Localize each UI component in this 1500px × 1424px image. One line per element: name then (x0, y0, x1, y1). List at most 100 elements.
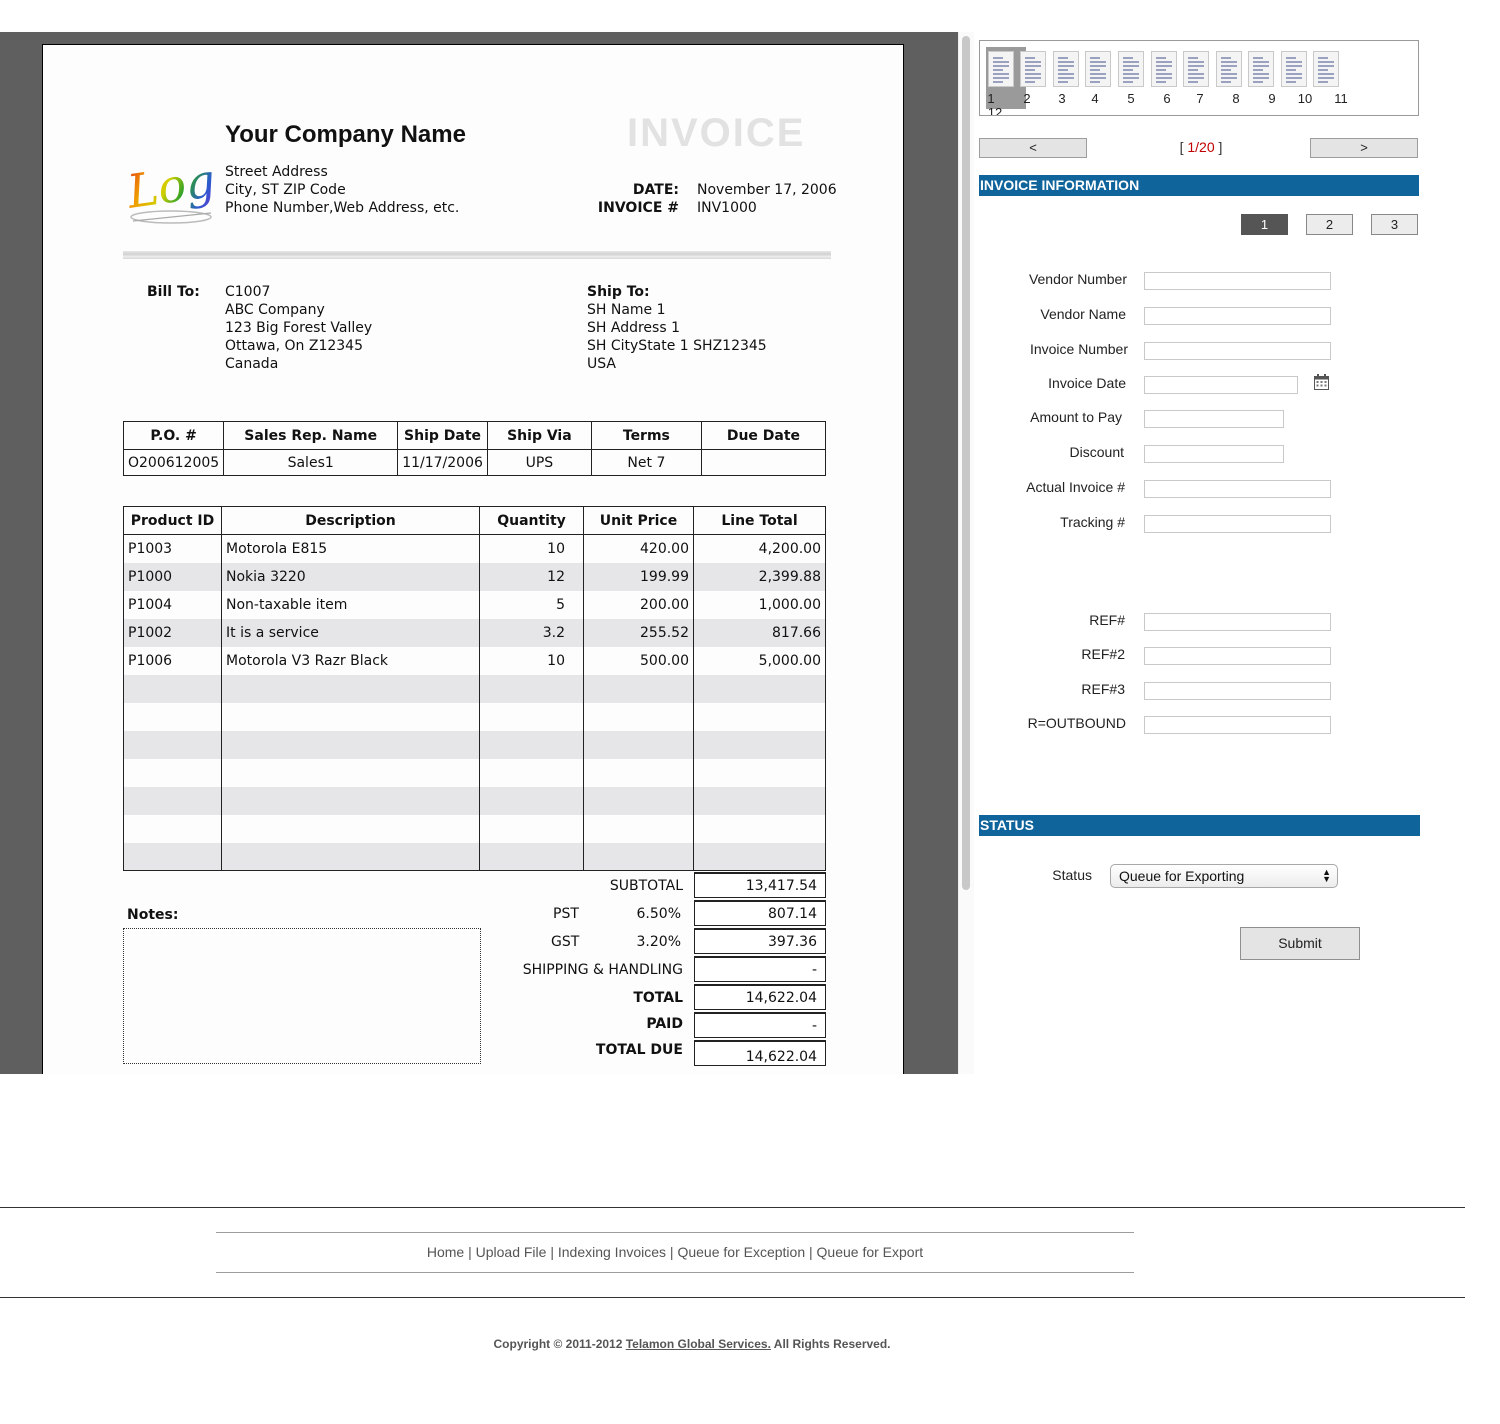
company-city: City, ST ZIP Code (225, 182, 346, 198)
amount-to-pay-label: Amount to Pay (1030, 409, 1122, 425)
thumbnail-page[interactable] (1281, 51, 1307, 87)
date-value: November 17, 2006 (697, 182, 837, 198)
description-cell (221, 730, 480, 759)
ref-field[interactable] (1144, 613, 1331, 631)
line-total-cell: 2,399.88 (693, 562, 826, 591)
thumbnail-page-number[interactable]: 3 (1047, 91, 1077, 106)
pst-value: 807.14 (694, 900, 826, 926)
bill-to-line: Ottawa, On Z12345 (225, 338, 363, 354)
tracking-field[interactable] (1144, 515, 1331, 533)
thumbnail-page-number[interactable]: 5 (1116, 91, 1146, 106)
paid-label: PAID (646, 1016, 683, 1032)
page-counter-close: ] (1214, 139, 1223, 155)
thumbnail-page-number[interactable]: 1 (980, 91, 1006, 106)
thumbnail-page[interactable] (1053, 51, 1079, 87)
footer-link[interactable]: Queue for Export (817, 1244, 924, 1260)
quantity-cell: 10 (479, 646, 584, 675)
unit-price-cell: 255.52 (583, 618, 694, 647)
ship-to-line: SH Address 1 (587, 320, 680, 336)
thumbnail-page[interactable] (1313, 51, 1339, 87)
previous-page-button[interactable]: < (979, 138, 1087, 158)
vendor-number-field[interactable] (1144, 272, 1331, 290)
status-select[interactable]: Queue for Exporting ▲ ▼ (1110, 864, 1338, 888)
sales-rep-header: Sales Rep. Name (223, 421, 399, 450)
thumbnail-page[interactable] (1183, 51, 1209, 87)
thumbnail-page[interactable] (1151, 51, 1177, 87)
description-cell: Motorola V3 Razr Black (221, 646, 480, 675)
product-id-cell (123, 758, 222, 787)
next-page-button[interactable]: > (1310, 138, 1418, 158)
company-link[interactable]: Telamon Global Services. (626, 1337, 771, 1351)
ref-3-label: REF#3 (1081, 681, 1125, 697)
thumbnail-page-number[interactable]: 2 (1012, 91, 1042, 106)
r-outbound-field[interactable] (1144, 716, 1331, 734)
quantity-cell: 3.2 (479, 618, 584, 647)
submit-button[interactable]: Submit (1240, 927, 1360, 960)
discount-field[interactable] (1144, 445, 1284, 463)
po-cell: O200612005 (122, 449, 225, 476)
line-total-cell (693, 674, 826, 703)
vendor-name-field[interactable] (1144, 307, 1331, 325)
description-cell (221, 814, 480, 843)
company-street: Street Address (225, 164, 328, 180)
total-label: TOTAL (633, 990, 683, 1006)
quantity-cell (479, 786, 584, 815)
unit-price-cell: 500.00 (583, 646, 694, 675)
actual-invoice-field[interactable] (1144, 480, 1331, 498)
thumbnail-page[interactable] (1216, 51, 1242, 87)
tab-3[interactable]: 3 (1371, 214, 1418, 235)
thumbnail-page-number[interactable]: 12 (980, 105, 1010, 115)
thumbnail-page-number[interactable]: 8 (1221, 91, 1251, 106)
gst-label: GST (551, 934, 580, 950)
thumbnail-page-number[interactable]: 9 (1257, 91, 1287, 106)
thumbnail-page-number[interactable]: 10 (1290, 91, 1320, 106)
thumbnail-page[interactable] (1085, 51, 1111, 87)
po-header: P.O. # (122, 421, 225, 450)
product-id-header: Product ID (123, 506, 222, 535)
thumbnail-page[interactable] (1118, 51, 1144, 87)
footer-nav-separator: | (546, 1244, 558, 1260)
invoice-date-field[interactable] (1144, 376, 1298, 394)
footer-top-rule (0, 1207, 1465, 1208)
thumbnail-page-number[interactable]: 7 (1185, 91, 1215, 106)
thumbnail-strip[interactable]: 1 2 3 4 5 6 7 8 9 10 11 12 (979, 40, 1419, 116)
amount-to-pay-field[interactable] (1144, 410, 1284, 428)
tab-2[interactable]: 2 (1306, 214, 1353, 235)
tab-1[interactable]: 1 (1241, 214, 1288, 235)
description-cell: It is a service (221, 618, 480, 647)
unit-price-cell (583, 730, 694, 759)
line-total-header: Line Total (693, 506, 826, 535)
terms-cell: Net 7 (590, 449, 702, 476)
footer-link[interactable]: Home (427, 1244, 464, 1260)
discount-label: Discount (1069, 444, 1124, 460)
status-selected-value: Queue for Exporting (1119, 868, 1245, 884)
description-cell: Nokia 3220 (221, 562, 480, 591)
footer-link[interactable]: Upload File (476, 1244, 547, 1260)
company-name: Your Company Name (225, 121, 466, 148)
vendor-name-label: Vendor Name (1040, 306, 1126, 322)
vendor-number-label: Vendor Number (1028, 271, 1127, 287)
description-cell (221, 842, 480, 871)
invoice-number-field[interactable] (1144, 342, 1331, 360)
thumbnail-page-number[interactable]: 11 (1326, 91, 1356, 106)
product-id-cell (123, 702, 222, 731)
description-cell (221, 786, 480, 815)
terms-header: Terms (590, 421, 702, 450)
thumbnail-page[interactable] (1020, 51, 1046, 87)
thumbnail-page[interactable] (988, 51, 1014, 87)
thumbnail-page-number[interactable]: 4 (1080, 91, 1110, 106)
viewer-scrollbar-thumb[interactable] (962, 36, 970, 890)
product-id-cell (123, 786, 222, 815)
ref-3-field[interactable] (1144, 682, 1331, 700)
invoice-date-label: Invoice Date (1048, 375, 1126, 391)
footer-link[interactable]: Indexing Invoices (558, 1244, 666, 1260)
document-viewer[interactable]: Logo Your Company Name INVOICE Street Ad… (0, 32, 958, 1074)
quantity-cell (479, 730, 584, 759)
description-cell (221, 758, 480, 787)
shipping-value: - (694, 956, 826, 982)
ref-2-field[interactable] (1144, 647, 1331, 665)
calendar-icon[interactable] (1314, 374, 1329, 390)
thumbnail-page[interactable] (1248, 51, 1274, 87)
thumbnail-page-number[interactable]: 6 (1152, 91, 1182, 106)
footer-link[interactable]: Queue for Exception (677, 1244, 805, 1260)
